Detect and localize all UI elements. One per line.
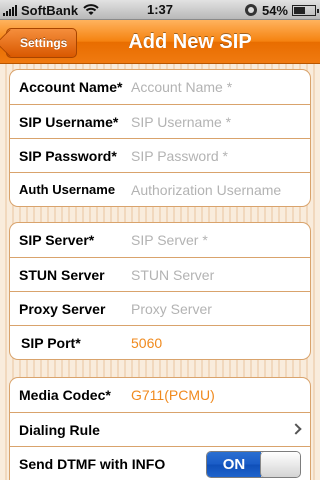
settings-back-button[interactable]: Settings (6, 28, 78, 58)
stun-server-row[interactable]: STUN Server (10, 257, 310, 292)
sip-username-label: SIP Username* (19, 114, 119, 130)
dialing-rule-row[interactable]: Dialing Rule (10, 412, 310, 446)
auth-username-field[interactable] (131, 173, 304, 206)
account-group: Account Name* SIP Username* SIP Password… (9, 69, 311, 207)
sip-port-value[interactable]: 5060 (131, 326, 162, 359)
dialing-rule-label: Dialing Rule (19, 422, 100, 438)
proxy-server-label: Proxy Server (19, 301, 106, 317)
send-dtmf-toggle[interactable]: ON (206, 451, 301, 478)
chevron-right-icon (290, 423, 302, 435)
sip-server-field[interactable] (131, 223, 304, 257)
lock-rotation-icon (244, 4, 257, 16)
navigation-bar: Settings Add New SIP (0, 20, 320, 64)
media-codec-label: Media Codec* (19, 387, 111, 403)
account-name-row[interactable]: Account Name* (10, 70, 310, 104)
sip-password-field[interactable] (131, 139, 304, 173)
page-title: Add New SIP (128, 31, 252, 53)
proxy-server-row[interactable]: Proxy Server (10, 291, 310, 326)
proxy-server-field[interactable] (131, 292, 304, 326)
send-dtmf-row: Send DTMF with INFO ON (10, 446, 310, 480)
stun-server-field[interactable] (131, 258, 304, 292)
options-group: Media Codec* G711(PCMU) Dialing Rule Sen… (9, 377, 311, 480)
sip-password-row[interactable]: SIP Password* (10, 138, 310, 173)
auth-username-label: Auth Username (19, 182, 116, 197)
sip-username-row[interactable]: SIP Username* (10, 104, 310, 139)
toggle-on-label: ON (207, 452, 261, 477)
account-name-label: Account Name* (19, 79, 123, 95)
back-button-label: Settings (20, 36, 68, 50)
battery-icon (292, 4, 319, 16)
sip-username-field[interactable] (131, 105, 304, 139)
sip-port-label: SIP Port* (21, 335, 81, 351)
battery-fill (294, 6, 305, 14)
stun-server-label: STUN Server (19, 267, 105, 283)
auth-username-row[interactable]: Auth Username (10, 172, 310, 206)
sip-server-row[interactable]: SIP Server* (10, 223, 310, 257)
status-right: 54% (244, 2, 319, 18)
server-group: SIP Server* STUN Server Proxy Server SIP… (9, 222, 311, 360)
sip-password-label: SIP Password* (19, 148, 117, 164)
send-dtmf-label: Send DTMF with INFO (19, 456, 166, 472)
sip-port-row[interactable]: SIP Port* 5060 (10, 325, 310, 359)
media-codec-row[interactable]: Media Codec* G711(PCMU) (10, 378, 310, 412)
status-bar: SoftBank 1:37 54% (0, 0, 320, 20)
toggle-knob[interactable] (260, 452, 300, 477)
account-name-field[interactable] (131, 70, 304, 104)
battery-percent: 54% (261, 2, 288, 18)
sip-server-label: SIP Server* (19, 232, 95, 248)
media-codec-value[interactable]: G711(PCMU) (131, 378, 215, 412)
